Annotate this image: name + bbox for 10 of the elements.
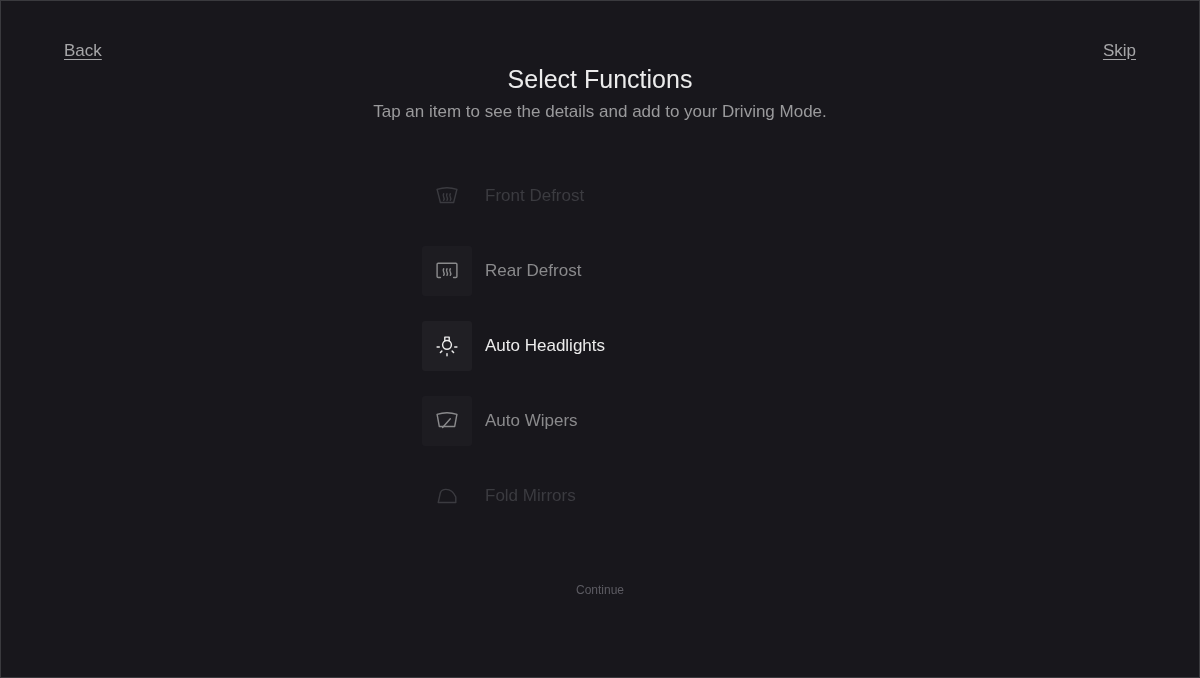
skip-link[interactable]: Skip (1102, 41, 1136, 61)
function-item[interactable]: Rear Defrost (422, 246, 582, 296)
page-title: Select Functions (507, 64, 693, 94)
wiper-icon (422, 396, 472, 446)
page-subtitle: Tap an item to see the details and add to your Driving Mode. (373, 101, 827, 123)
back-link[interactable]: Back (64, 41, 102, 61)
rear-window-heat-icon (422, 246, 472, 296)
function-item[interactable]: Auto Headlights (422, 321, 606, 371)
function-item[interactable]: Auto Wipers (422, 396, 578, 446)
light-bulb-icon (422, 321, 472, 371)
